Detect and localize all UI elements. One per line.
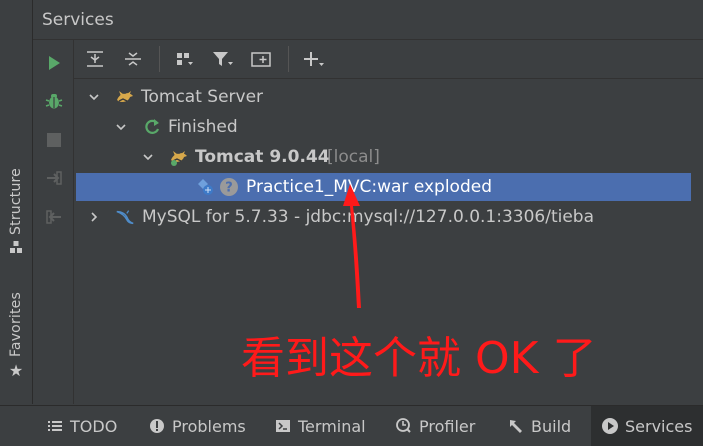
list-icon (46, 419, 64, 433)
tree-node-label: Tomcat 9.0.44 (195, 147, 330, 167)
toolbar-separator (288, 46, 289, 72)
hammer-icon (507, 417, 525, 435)
tree-node-location: [local] (327, 147, 380, 167)
tab-services-label: Services (625, 416, 693, 436)
services-actions (33, 40, 74, 404)
debug-button[interactable] (43, 90, 65, 112)
filter-icon (213, 52, 233, 66)
tree-node-tomcat-server[interactable]: Tomcat Server (76, 83, 691, 111)
tree-node-label: Tomcat Server (141, 87, 264, 107)
tree-node-label: Practice1_MVC:war exploded (246, 177, 493, 197)
structure-icon (9, 239, 23, 258)
tree-node-mysql[interactable]: MySQL for 5.7.33 - jdbc:mysql://127.0.0.… (76, 203, 691, 231)
collapse-all-icon (125, 52, 141, 66)
undeploy-button[interactable] (43, 206, 65, 228)
tab-services[interactable]: Services (591, 406, 703, 446)
favorites-tab-label: Favorites (8, 292, 24, 358)
expand-all-button[interactable] (83, 48, 107, 70)
stop-button[interactable] (43, 129, 65, 151)
toolbar-separator (159, 46, 160, 72)
tab-todo[interactable]: TODO (46, 406, 117, 446)
profiler-icon (395, 417, 413, 435)
chevron-right-icon[interactable] (87, 210, 101, 224)
group-by-button[interactable] (173, 48, 197, 70)
tree-node-label: MySQL for 5.7.33 - jdbc:mysql://127.0.0.… (142, 207, 595, 227)
tree-node-artifact[interactable]: ? Practice1_MVC:war exploded (76, 173, 691, 201)
tab-problems-label: Problems (172, 416, 246, 436)
services-icon (601, 417, 619, 435)
add-service-group-button[interactable] (249, 48, 273, 70)
question-icon: ? (219, 177, 239, 197)
tab-profiler-label: Profiler (419, 416, 476, 436)
tree-node-label: Finished (168, 117, 238, 137)
collapse-all-button[interactable] (121, 48, 145, 70)
star-icon: ★ (8, 361, 24, 381)
group-by-icon (177, 53, 193, 65)
tab-terminal[interactable]: Terminal (274, 406, 366, 446)
undeploy-icon (46, 210, 61, 224)
structure-tab-label: Structure (8, 168, 24, 235)
tab-problems[interactable]: Problems (148, 406, 246, 446)
chevron-down-icon[interactable] (114, 120, 128, 134)
mysql-icon (115, 207, 135, 227)
services-header: Services (33, 0, 703, 40)
services-toolbar (74, 40, 703, 79)
run-icon (49, 56, 60, 70)
deploy-button[interactable] (43, 167, 65, 189)
tab-build-label: Build (531, 416, 572, 436)
tree-node-finished[interactable]: Finished (76, 113, 691, 141)
filter-button[interactable] (211, 48, 235, 70)
panel-title: Services (42, 9, 114, 30)
artifact-icon (196, 177, 216, 197)
tab-todo-label: TODO (70, 416, 118, 436)
add-service-button[interactable] (302, 48, 326, 70)
bug-icon (45, 94, 63, 109)
tree-node-tomcat-9[interactable]: Tomcat 9.0.44 [local] (76, 143, 691, 171)
tomcat-icon (115, 87, 135, 107)
chevron-down-icon[interactable] (141, 150, 155, 164)
plus-icon (304, 52, 324, 66)
chevron-down-icon[interactable] (87, 90, 101, 104)
tab-terminal-label: Terminal (298, 416, 366, 436)
left-tool-strip: Structure Favorites ★ (0, 0, 33, 404)
svg-text:?: ? (225, 181, 233, 196)
deploy-icon (47, 171, 62, 185)
run-button[interactable] (43, 52, 65, 74)
rerun-icon (142, 117, 162, 137)
expand-all-icon (87, 51, 103, 67)
tomcat-icon (169, 147, 189, 167)
tab-profiler[interactable]: Profiler (395, 406, 475, 446)
tab-build[interactable]: Build (507, 406, 571, 446)
new-tab-icon (251, 52, 271, 67)
favorites-tab[interactable]: Favorites ★ (0, 292, 32, 380)
annotation-text: 看到这个就 OK 了 (241, 333, 597, 384)
terminal-icon (274, 419, 292, 433)
stop-icon (47, 133, 61, 147)
bottom-tool-bar: TODO Problems Terminal Profiler Build Se… (0, 405, 703, 446)
warning-icon (148, 418, 166, 434)
structure-tab[interactable]: Structure (0, 168, 32, 258)
